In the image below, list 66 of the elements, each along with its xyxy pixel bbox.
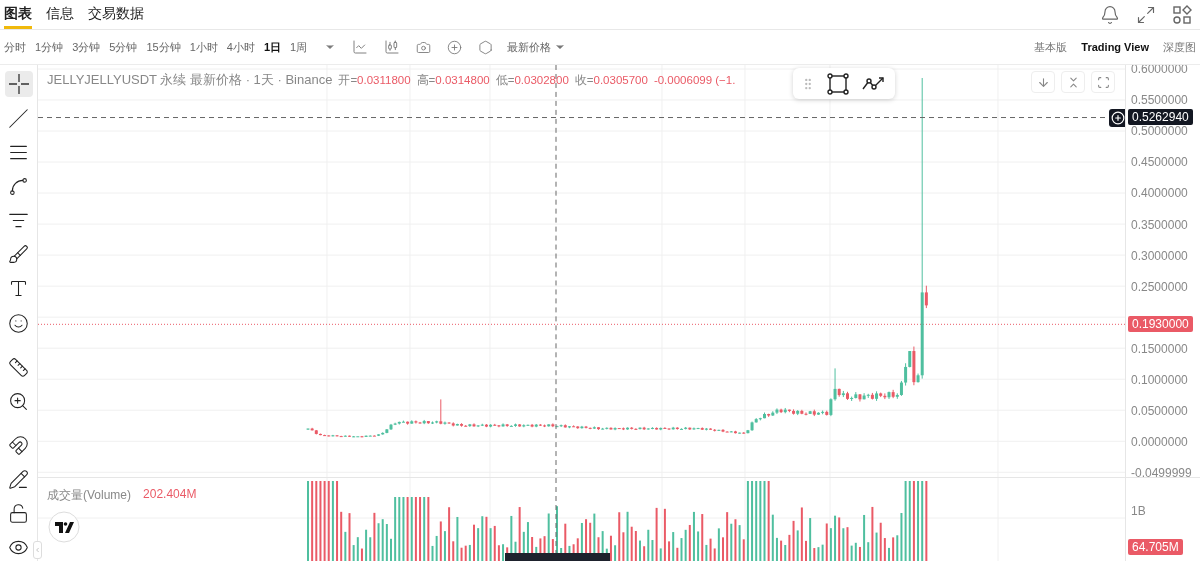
interval-tab[interactable]: 4小时 [226,39,255,55]
last-price-label: 0.1930000 [1128,316,1193,333]
price-axis-label: 0.4500000 [1131,156,1188,169]
ohlc-value: 开=0.0311800 [338,73,411,88]
price-change: -0.0006099 (−1. [653,74,736,86]
price-axis-label: 0.2500000 [1131,280,1188,293]
add-alert-button[interactable] [1109,108,1125,127]
price-axis-label: 0.5000000 [1131,125,1188,138]
line-tool-icon[interactable] [8,107,29,129]
price-axis-label: 0.6000000 [1131,65,1188,76]
magnet-icon[interactable] [8,434,29,456]
price-axis-label: 0.1500000 [1131,342,1188,355]
camera-icon[interactable] [416,39,432,55]
volume-axis-label: 1B [1131,504,1146,518]
interval-tab[interactable]: 分时 [4,39,26,55]
interval-tab[interactable]: 3分钟 [72,39,101,55]
price-axis-label: 0.5500000 [1131,94,1188,107]
plus-circle-icon [1111,110,1125,125]
logo-icon [48,511,80,543]
price-axis-label: 0.3500000 [1131,218,1188,231]
ohlc-value: 收=0.0305700 [574,73,648,88]
add-indicator-icon[interactable] [447,39,463,55]
interval-tab[interactable]: 15分钟 [146,39,181,55]
smile-icon[interactable] [8,312,29,334]
expand-icon[interactable] [1136,4,1156,25]
crosshair-tool[interactable] [4,71,33,98]
zoom-in-icon[interactable] [8,390,29,412]
brush-icon[interactable] [8,244,29,266]
ohlc-value: 低=0.0302800 [495,73,569,88]
interval-tab[interactable]: 1周 [290,39,308,55]
price-axis-label: 0.1000000 [1131,373,1188,386]
chart-title: JELLYJELLYUSDT 永续 最新价格 · 1天 · Binance [47,71,333,89]
price-axis-label: 0.0500000 [1131,404,1188,417]
price-axis-label: -0.0499999 [1131,466,1192,477]
interval-tab[interactable]: 1日 [263,39,281,55]
arrow-down-icon [1036,75,1050,89]
ruler-icon[interactable] [8,356,29,378]
ohlc-value: 高=0.0314800 [416,73,490,88]
interval-tab[interactable]: 1小时 [189,39,218,55]
price-axis-label: 0.4000000 [1131,187,1188,200]
volume-label: 成交量(Volume) [47,487,132,504]
price-source-dropdown[interactable]: 最新价格 [507,39,567,55]
crosshair-price-label: 0.5262940 [1128,108,1193,125]
last-volume-label: 64.705M [1128,539,1183,555]
interval-tab[interactable]: 5分钟 [109,39,138,55]
unlock-icon[interactable] [8,503,29,525]
header-tab[interactable]: 信息 [46,0,74,29]
scroll-down-button[interactable] [1031,71,1055,93]
frame-icon [1096,75,1110,89]
fullscreen-button[interactable] [1091,71,1115,93]
candlestick-icon[interactable] [384,39,401,55]
header-tab[interactable]: 图表 [4,0,32,29]
bell-icon[interactable] [1100,4,1120,25]
layout-icon[interactable] [1172,3,1194,26]
price-axis-label: 0.3000000 [1131,249,1188,262]
collapse-handle[interactable] [33,541,42,559]
view-mode-tab[interactable]: 深度图 [1163,39,1196,55]
crosshair-icon [7,73,30,96]
chevron-left-icon [34,546,41,554]
rectangle-tool-icon[interactable] [827,72,849,95]
view-mode-tab[interactable]: Trading View [1081,41,1149,53]
interval-tab[interactable]: 1分钟 [35,39,64,55]
price-axis-label: 0.0000000 [1131,435,1188,448]
volume-value: 202.404M [143,487,197,503]
view-mode-tab[interactable]: 基本版 [1034,39,1068,55]
header-tab[interactable]: 交易数据 [88,0,144,29]
